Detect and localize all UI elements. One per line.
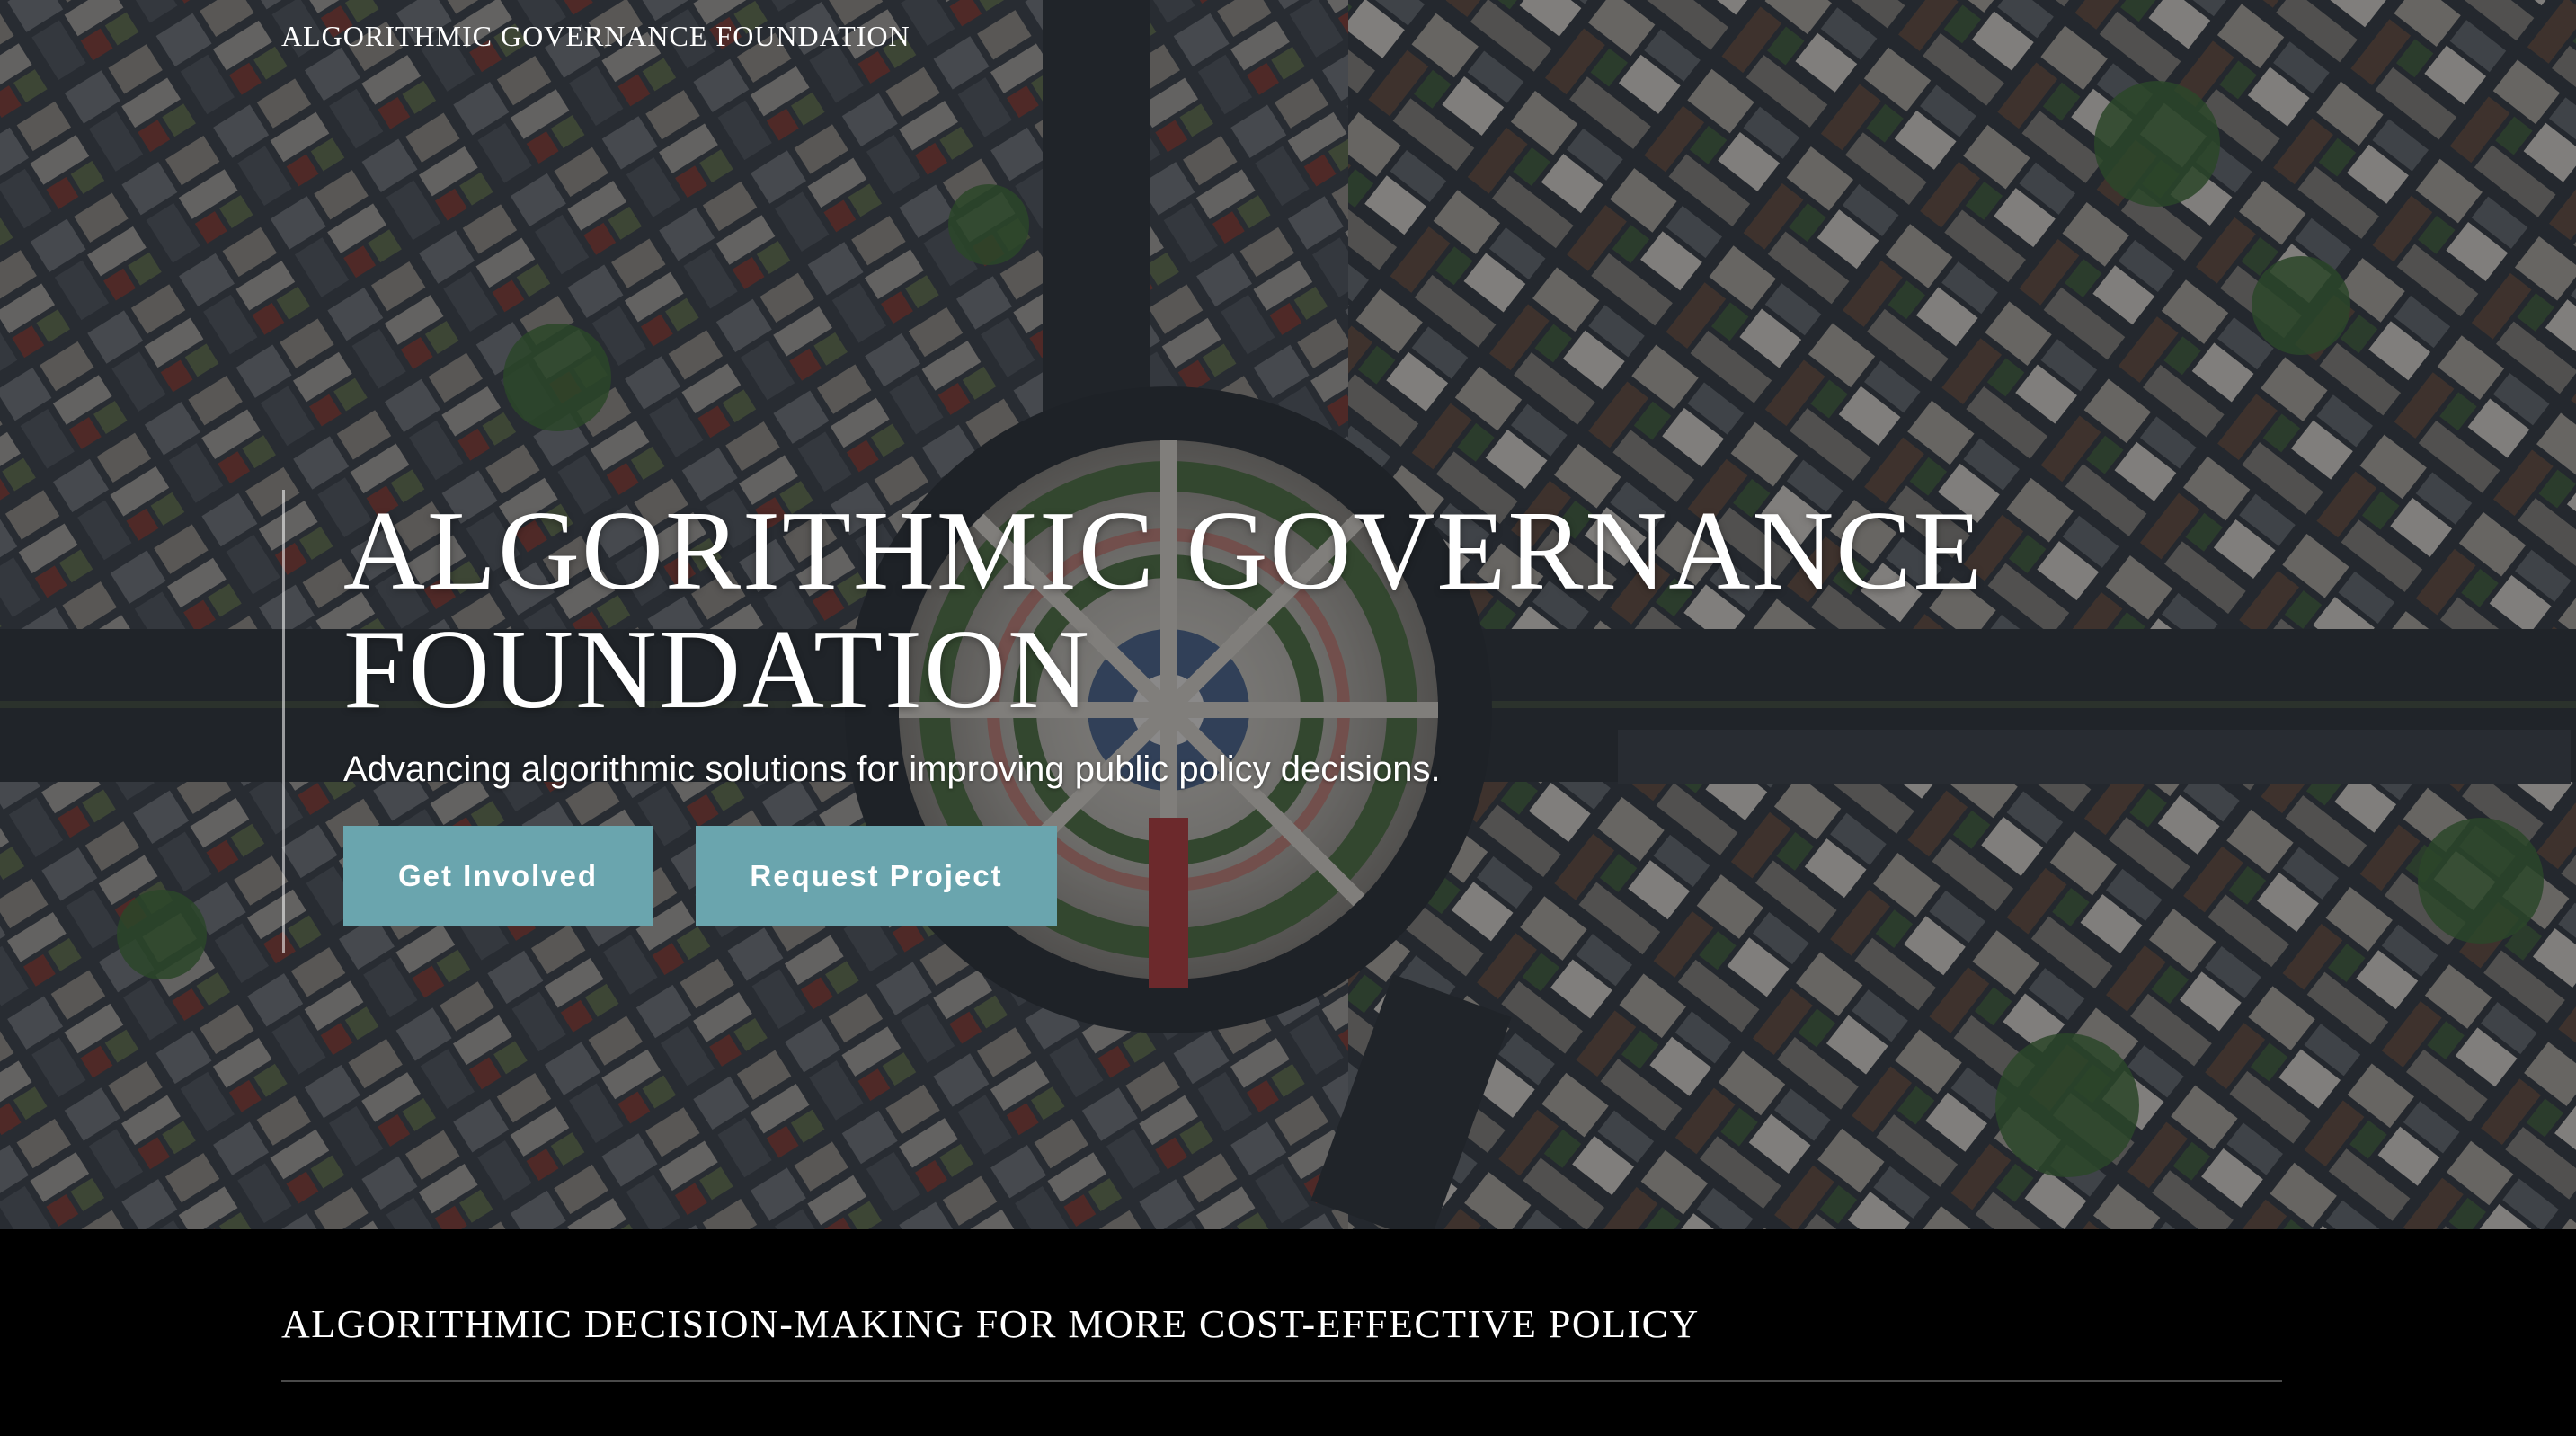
site-name[interactable]: ALGORITHMIC GOVERNANCE FOUNDATION (281, 20, 910, 53)
section-divider (281, 1380, 2282, 1382)
hero-section: ALGORITHMIC GOVERNANCE FOUNDATION ALGORI… (0, 0, 2576, 1229)
get-involved-button[interactable]: Get Involved (343, 826, 653, 926)
intro-section: ALGORITHMIC DECISION-MAKING FOR MORE COS… (0, 1229, 2576, 1436)
hero-title: ALGORITHMIC GOVERNANCE FOUNDATION (343, 489, 1985, 732)
page: ALGORITHMIC GOVERNANCE FOUNDATION ALGORI… (0, 0, 2576, 1436)
hero-content: ALGORITHMIC GOVERNANCE FOUNDATION Advanc… (343, 492, 2141, 926)
hero-vertical-rule (282, 490, 285, 953)
hero-buttons: Get Involved Request Project (343, 826, 2141, 926)
request-project-button[interactable]: Request Project (696, 826, 1057, 926)
hero-subtitle: Advancing algorithmic solutions for impr… (343, 749, 1441, 789)
section-heading: ALGORITHMIC DECISION-MAKING FOR MORE COS… (281, 1302, 1700, 1346)
